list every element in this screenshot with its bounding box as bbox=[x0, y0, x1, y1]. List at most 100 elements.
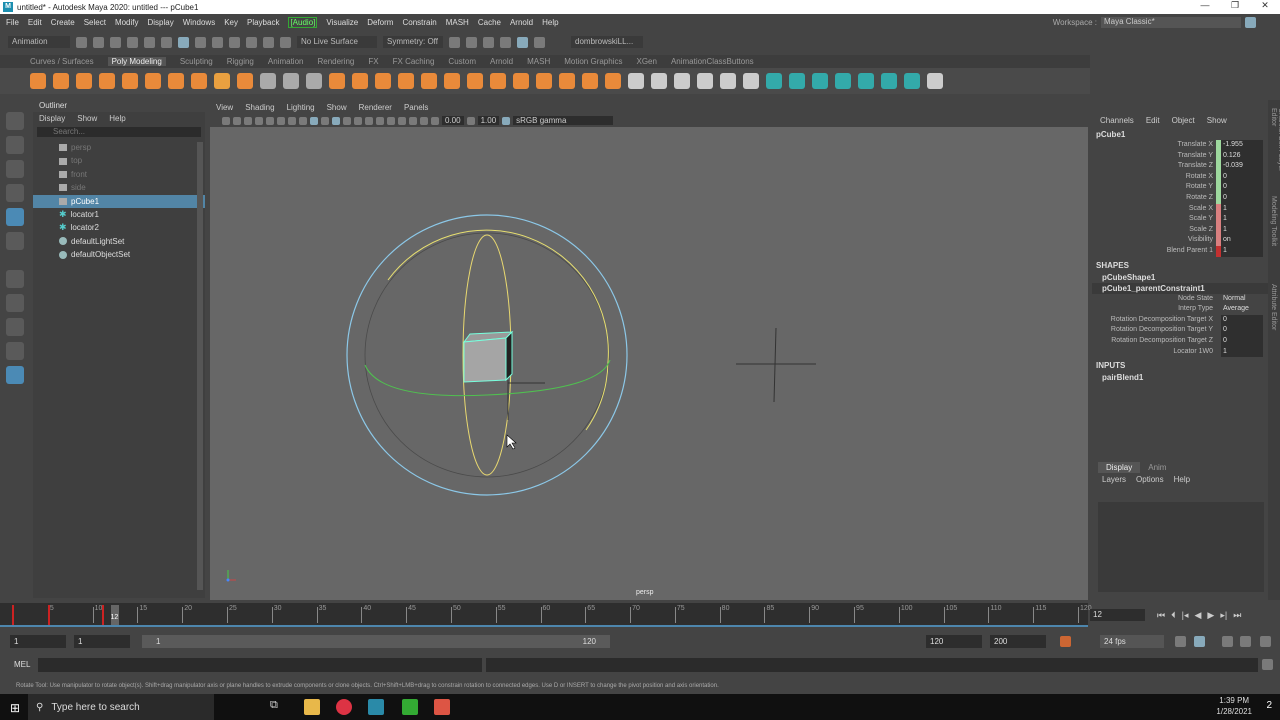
attr-label[interactable]: Rotation Decomposition Target X bbox=[1092, 315, 1216, 326]
shelf-tool-icon[interactable] bbox=[398, 73, 414, 89]
keyframe-marker[interactable] bbox=[12, 605, 14, 625]
channel-menu-channels[interactable]: Channels bbox=[1100, 116, 1134, 125]
playback-end-field[interactable]: 120 bbox=[926, 634, 982, 648]
go-to-end-icon[interactable]: ⏭ bbox=[1233, 610, 1241, 621]
save-scene-icon[interactable] bbox=[110, 36, 121, 48]
ipr-render-icon[interactable] bbox=[466, 36, 477, 48]
shelf-tool-icon[interactable] bbox=[444, 73, 460, 89]
channel-value[interactable]: -0.039 bbox=[1221, 161, 1263, 172]
channel-label[interactable]: Scale Z bbox=[1092, 225, 1216, 236]
menu-set-dropdown[interactable]: Animation bbox=[8, 36, 70, 48]
current-frame-field[interactable]: 12 bbox=[1090, 609, 1145, 621]
channel-row-translate-x[interactable]: Translate X -1.955 bbox=[1092, 140, 1268, 151]
menu-options[interactable]: Options bbox=[1136, 475, 1164, 484]
shelf-tab-rigging[interactable]: Rigging bbox=[227, 57, 254, 66]
tab-attribute-editor[interactable]: Attribute Editor bbox=[1270, 284, 1277, 364]
shelf-tool-icon[interactable] bbox=[927, 73, 943, 89]
menu-help[interactable]: Help bbox=[542, 18, 558, 27]
snap-view-icon[interactable] bbox=[263, 36, 274, 48]
channel-label[interactable]: Translate X bbox=[1092, 140, 1216, 151]
anim-layer-icon[interactable] bbox=[1240, 635, 1251, 647]
range-bar[interactable]: 1 120 bbox=[142, 634, 610, 648]
channel-label[interactable]: Blend Parent 1 bbox=[1092, 246, 1216, 257]
channel-value[interactable]: 1 bbox=[1221, 214, 1263, 225]
shelf-tool-icon[interactable] bbox=[329, 73, 345, 89]
channel-row-rotate-z[interactable]: Rotate Z 0 bbox=[1092, 192, 1268, 204]
shelf-tool-icon[interactable] bbox=[812, 73, 828, 89]
attr-label[interactable]: Interp Type bbox=[1092, 304, 1216, 315]
mel-input[interactable] bbox=[38, 658, 482, 672]
taskbar-search-input[interactable]: ⚲ Type here to search bbox=[28, 694, 214, 720]
menu-key[interactable]: Key bbox=[224, 18, 238, 27]
menu-visualize[interactable]: Visualize bbox=[326, 18, 358, 27]
menu-deform[interactable]: Deform bbox=[367, 18, 393, 27]
select-object-icon[interactable] bbox=[178, 36, 189, 48]
channel-row-translate-y[interactable]: Translate Y 0.126 bbox=[1092, 150, 1268, 162]
symmetry-dropdown[interactable]: Symmetry: Off bbox=[383, 36, 443, 48]
menu-windows[interactable]: Windows bbox=[183, 18, 215, 27]
channel-value[interactable]: 0 bbox=[1221, 182, 1263, 193]
outliner-menu-display[interactable]: Display bbox=[39, 114, 65, 123]
menu-mash[interactable]: MASH bbox=[446, 18, 469, 27]
shelf-tab-animation[interactable]: Animation bbox=[268, 57, 304, 66]
outliner-item-side[interactable]: side bbox=[33, 181, 205, 194]
menu-create[interactable]: Create bbox=[51, 18, 75, 27]
film-gate-icon[interactable] bbox=[277, 116, 285, 125]
select-hierarchy-icon[interactable] bbox=[161, 36, 172, 48]
outliner-item-locator1[interactable]: ✱ locator1 bbox=[33, 208, 205, 221]
gamma-icon[interactable] bbox=[466, 116, 475, 125]
attr-label[interactable]: Rotation Decomposition Target Y bbox=[1092, 325, 1216, 336]
shelf-tab-arnold[interactable]: Arnold bbox=[490, 57, 513, 66]
menu-layers[interactable]: Layers bbox=[1102, 475, 1126, 484]
shelf-tool-icon[interactable] bbox=[30, 73, 46, 89]
outliner-search-input[interactable]: Search... bbox=[37, 127, 201, 137]
wireframe-on-shaded-icon[interactable] bbox=[332, 116, 340, 125]
last-tool-icon[interactable] bbox=[6, 270, 24, 288]
paint-select-tool-icon[interactable] bbox=[6, 160, 24, 178]
channel-value[interactable]: 0 bbox=[1221, 171, 1263, 183]
shelf-tool-icon[interactable] bbox=[260, 73, 276, 89]
shelf-tool-icon[interactable] bbox=[766, 73, 782, 89]
shelf-tab-fx-caching[interactable]: FX Caching bbox=[393, 57, 435, 66]
shelf-tool-icon[interactable] bbox=[352, 73, 368, 89]
shelf-tab-animationclassbuttons[interactable]: AnimationClassButtons bbox=[671, 57, 754, 66]
playback-start-field[interactable]: 1 bbox=[74, 634, 130, 648]
outliner-item-pcube1[interactable]: pCube1 bbox=[33, 194, 205, 208]
menu-arnold[interactable]: Arnold bbox=[510, 18, 533, 27]
channel-value[interactable]: 0.126 bbox=[1221, 150, 1263, 162]
shape-node[interactable]: pCubeShape1 bbox=[1092, 272, 1268, 283]
outliner-item-front[interactable]: front bbox=[33, 168, 205, 181]
channel-value[interactable]: 0 bbox=[1221, 192, 1263, 204]
shelf-tool-icon[interactable] bbox=[536, 73, 552, 89]
scene-start-field[interactable]: 1 bbox=[10, 634, 66, 648]
menu-playback[interactable]: Playback bbox=[247, 18, 279, 27]
shelf-tool-icon[interactable] bbox=[513, 73, 529, 89]
menu-audio[interactable]: [Audio] bbox=[288, 16, 318, 28]
attr-value[interactable]: 1 bbox=[1221, 346, 1263, 358]
resolution-gate-icon[interactable] bbox=[288, 116, 296, 125]
channel-value[interactable]: 1 bbox=[1221, 245, 1263, 257]
constraint-row-interp-type[interactable]: Interp Type Average bbox=[1092, 304, 1268, 315]
menu-cache[interactable]: Cache bbox=[478, 18, 501, 27]
shelf-tab-rendering[interactable]: Rendering bbox=[317, 57, 354, 66]
shelf-tool-icon[interactable] bbox=[99, 73, 115, 89]
close-button[interactable]: ✕ bbox=[1250, 0, 1280, 11]
step-forward-key-icon[interactable]: ▸| bbox=[1220, 610, 1227, 621]
viewport-panel[interactable]: View Shading Lighting Show Renderer Panels 0.… bbox=[210, 100, 1088, 600]
outliner-item-persp[interactable]: persp bbox=[33, 141, 205, 154]
viewport-menu-lighting[interactable]: Lighting bbox=[287, 103, 315, 112]
shelf-tool-icon[interactable] bbox=[467, 73, 483, 89]
minimize-button[interactable]: — bbox=[1190, 0, 1220, 11]
shelf-tab-xgen[interactable]: XGen bbox=[636, 57, 656, 66]
channel-label[interactable]: Rotate X bbox=[1092, 172, 1216, 183]
exposure-icon[interactable] bbox=[431, 116, 439, 125]
channel-row-visibility[interactable]: Visibility on bbox=[1092, 235, 1268, 246]
channel-label[interactable]: Scale X bbox=[1092, 204, 1216, 215]
constraint-row-rotation-decomposition-target-x[interactable]: Rotation Decomposition Target X 0 bbox=[1092, 314, 1268, 326]
constraint-row-locator-1w0[interactable]: Locator 1W0 1 bbox=[1092, 346, 1268, 358]
channel-menu-show[interactable]: Show bbox=[1207, 116, 1227, 125]
shelf-tool-icon[interactable] bbox=[191, 73, 207, 89]
xray-icon[interactable] bbox=[420, 116, 428, 125]
tab-channel-box[interactable]: Channel Box / Layer Editor bbox=[1270, 108, 1280, 188]
scene-end-field[interactable]: 200 bbox=[990, 634, 1046, 648]
